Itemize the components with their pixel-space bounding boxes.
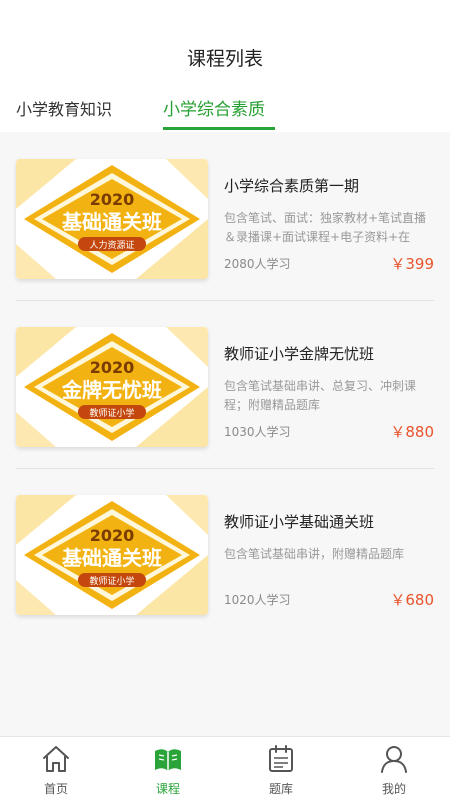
bottom-tab-bar: 首页 课程 题库 我的 — [0, 736, 450, 800]
course-price: ￥399 — [390, 255, 434, 273]
tabbar-label: 题库 — [268, 782, 293, 796]
course-card[interactable]: 2020 基础通关班 教师证小学 教师证小学基础通关班 包含笔试基础串讲，附赠精… — [0, 469, 450, 637]
book-icon — [155, 749, 181, 771]
tabbar-label: 首页 — [43, 782, 68, 796]
tabbar-label: 我的 — [381, 782, 406, 796]
course-banner-image: 2020 基础通关班 人力资源证 — [16, 159, 208, 279]
user-icon — [381, 746, 407, 773]
tabbar-item-courses[interactable]: 课程 — [112, 737, 224, 800]
tab-primary-comprehensive-quality[interactable]: 小学综合素质 — [163, 95, 265, 120]
course-description: 包含笔试基础串讲、总复习、冲刺课程；附赠精品题库 — [224, 379, 417, 412]
course-price: ￥880 — [390, 423, 434, 441]
banner-tag: 教师证小学 — [89, 575, 134, 587]
home-icon — [43, 746, 69, 772]
active-tab-indicator — [163, 127, 275, 130]
calendar-icon — [269, 745, 293, 772]
banner-year: 2020 — [90, 190, 135, 209]
banner-headline: 基础通关班 — [62, 546, 162, 570]
course-card[interactable]: 2020 金牌无忧班 教师证小学 教师证小学金牌无忧班 包含笔试基础串讲、总复习… — [0, 301, 450, 469]
course-price: ￥680 — [390, 591, 434, 609]
course-banner-image: 2020 基础通关班 教师证小学 — [16, 495, 208, 615]
course-title: 教师证小学基础通关班 — [224, 513, 375, 531]
course-banner-image: 2020 金牌无忧班 教师证小学 — [16, 327, 208, 447]
banner-headline: 金牌无忧班 — [61, 378, 162, 402]
course-title: 教师证小学金牌无忧班 — [224, 345, 375, 363]
banner-tag: 人力资源证 — [89, 239, 134, 251]
student-count: 2080人学习 — [224, 257, 291, 271]
banner-tag: 教师证小学 — [89, 407, 134, 419]
header: 课程列表 小学教育知识 小学综合素质 — [0, 0, 450, 132]
banner-graphic: 2020 金牌无忧班 教师证小学 — [16, 327, 208, 447]
banner-graphic: 2020 基础通关班 教师证小学 — [16, 495, 208, 615]
banner-graphic: 2020 基础通关班 人力资源证 — [16, 159, 208, 279]
tabbar-item-home[interactable]: 首页 — [0, 737, 112, 800]
banner-year: 2020 — [90, 358, 135, 377]
banner-headline: 基础通关班 — [62, 210, 162, 234]
course-card[interactable]: 2020 基础通关班 人力资源证 小学综合素质第一期 包含笔试、面试：独家教材+… — [0, 133, 450, 301]
page-title: 课程列表 — [186, 48, 263, 70]
banner-year: 2020 — [90, 526, 135, 545]
tabbar-item-question-bank[interactable]: 题库 — [225, 737, 337, 800]
student-count: 1020人学习 — [224, 593, 291, 607]
tab-primary-education-knowledge[interactable]: 小学教育知识 — [16, 96, 112, 120]
course-title: 小学综合素质第一期 — [224, 177, 360, 195]
course-description: 包含笔试基础串讲，附赠精品题库 — [224, 547, 405, 561]
course-description: 包含笔试、面试：独家教材+笔试直播＆录播课+面试课程+电子资料+在线… — [224, 211, 427, 244]
student-count: 1030人学习 — [224, 425, 291, 439]
tabbar-label: 课程 — [155, 782, 180, 796]
tabbar-item-me[interactable]: 我的 — [338, 737, 450, 800]
